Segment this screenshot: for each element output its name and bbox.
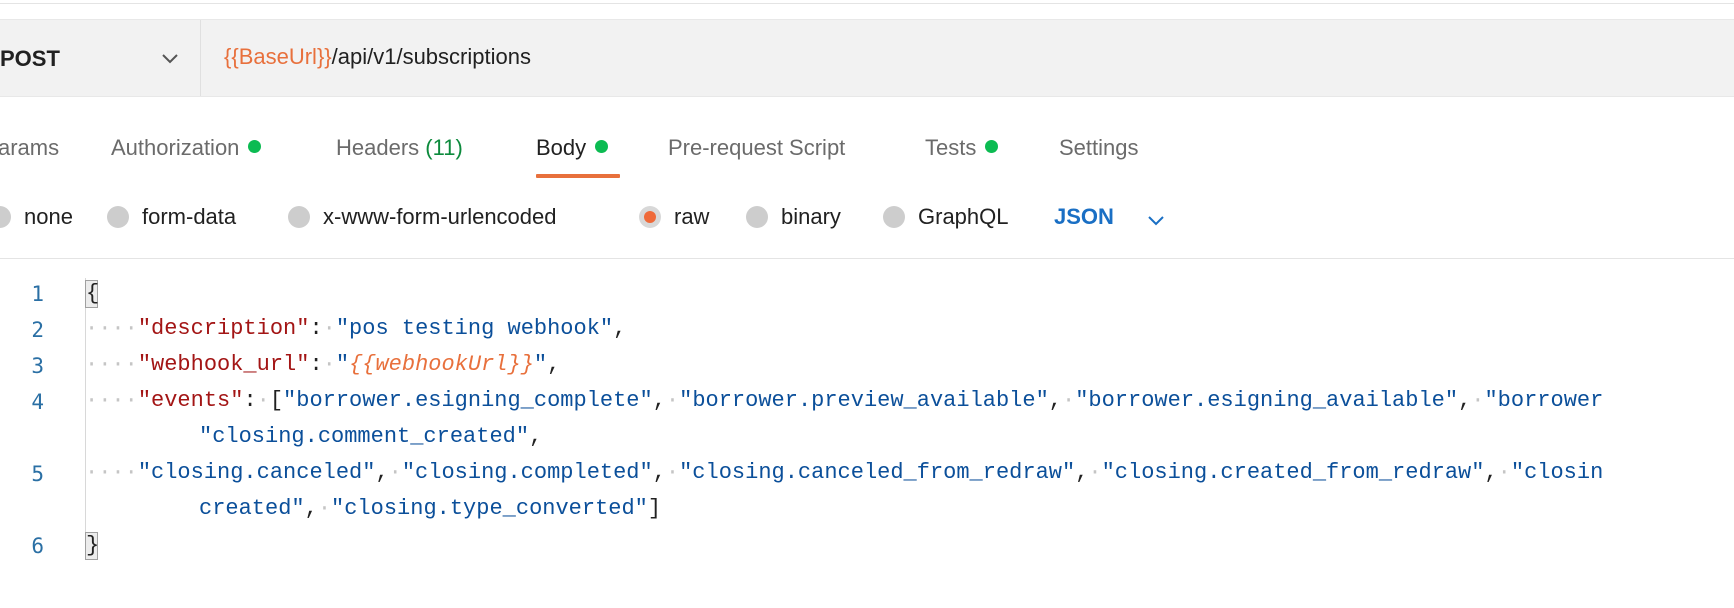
json-string: "borrower.esigning_complete" [283,388,653,413]
body-type-graphql[interactable]: GraphQL [883,204,1009,230]
status-dot-icon [595,140,609,153]
json-string: "pos testing webhook" [335,316,614,341]
tab-label: Settings [1059,135,1139,160]
json-string: "closin [1510,460,1604,485]
tab-label: Pre-request Script [668,135,846,160]
body-type-none[interactable]: none [0,204,73,230]
active-tab-indicator [536,174,620,178]
json-key: "webhook_url" [137,352,310,377]
code-line: ····"webhook_url":·"{{webhookUrl}}", [85,352,561,377]
json-string: "closing.created_from_redraw" [1101,460,1485,485]
method-label: POST [0,46,60,71]
body-type-x-www-form-urlencoded[interactable]: x-www-form-urlencoded [288,204,557,230]
status-dot-icon [985,140,999,153]
code-line: ····"closing.canceled",·"closing.complet… [85,460,1604,485]
request-tabs: arams Authorization Headers (11) Body Pr… [0,125,1734,179]
tab-body[interactable]: Body [536,135,609,161]
tab-label: Authorization [111,135,240,160]
line-number: 3 [31,354,44,378]
line-number: 6 [31,534,44,558]
json-string: "borrower.esigning_available" [1075,388,1459,413]
code-line-wrapped: "closing.comment_created", [199,424,543,449]
radio-icon [107,206,129,228]
option-label: binary [781,204,841,229]
json-key: "events" [137,388,244,413]
url-path: /api/v1/subscriptions [331,44,531,69]
json-string: "closing.completed" [401,460,653,485]
json-string: "borrower.preview_available" [679,388,1049,413]
format-select[interactable]: JSON [1054,204,1114,230]
open-brace: { [85,280,100,308]
line-number: 1 [31,282,44,306]
close-brace: } [85,532,100,560]
chevron-down-icon[interactable] [1146,210,1166,230]
body-type-raw[interactable]: raw [639,204,709,230]
request-url-bar: POST {{BaseUrl}}/api/v1/subscriptions [0,19,1734,97]
code-editor[interactable]: 1 2 3 4 5 6 { ····"description":·"pos te… [0,278,1734,608]
body-type-form-data[interactable]: form-data [107,204,236,230]
line-number: 5 [31,462,44,486]
tab-pre-request-script[interactable]: Pre-request Script [668,135,845,161]
method-select[interactable]: POST [0,20,201,96]
option-label: x-www-form-urlencoded [323,204,557,229]
json-string: "closing.type_converted" [331,496,648,521]
tab-label: Headers [336,135,420,160]
tab-label: Body [536,135,587,160]
json-string: created" [199,496,305,521]
json-variable: {{webhookUrl}} [349,352,534,377]
status-dot-icon [248,140,262,153]
tab-params[interactable]: arams [0,135,59,161]
headers-count: (11) [425,135,463,160]
option-label: GraphQL [918,204,1009,229]
tab-label: arams [0,135,60,160]
json-key: "description" [137,316,310,341]
json-string: "closing.canceled_from_redraw" [679,460,1076,485]
body-type-binary[interactable]: binary [746,204,841,230]
url-input[interactable]: {{BaseUrl}}/api/v1/subscriptions [224,44,531,70]
json-string: "closing.comment_created" [199,424,530,449]
line-number: 2 [31,318,44,342]
radio-selected-icon [639,206,661,228]
top-divider [0,0,1734,4]
code-line: ····"events":·["borrower.esigning_comple… [85,388,1604,413]
radio-icon [883,206,905,228]
code-line-wrapped: created",·"closing.type_converted"] [199,496,662,521]
radio-icon [288,206,310,228]
url-variable: {{BaseUrl}} [224,44,332,69]
tab-headers[interactable]: Headers (11) [336,135,463,161]
code-line: { [85,280,100,308]
tab-tests[interactable]: Tests [925,135,999,161]
editor-divider [0,258,1734,259]
line-number: 4 [31,390,44,414]
tab-label: Tests [925,135,977,160]
chevron-down-icon [162,54,178,64]
tab-settings[interactable]: Settings [1059,135,1139,161]
tab-authorization[interactable]: Authorization [111,135,262,161]
code-line: } [85,532,100,560]
json-string: "closing.canceled" [137,460,376,485]
json-string: "borrower [1484,388,1604,413]
option-label: form-data [142,204,237,229]
option-label: raw [674,204,710,229]
code-line: ····"description":·"pos testing webhook"… [85,316,627,341]
radio-icon [746,206,768,228]
option-label: none [24,204,73,229]
radio-icon [0,206,11,228]
body-type-selector: none form-data x-www-form-urlencoded raw… [0,196,1734,240]
